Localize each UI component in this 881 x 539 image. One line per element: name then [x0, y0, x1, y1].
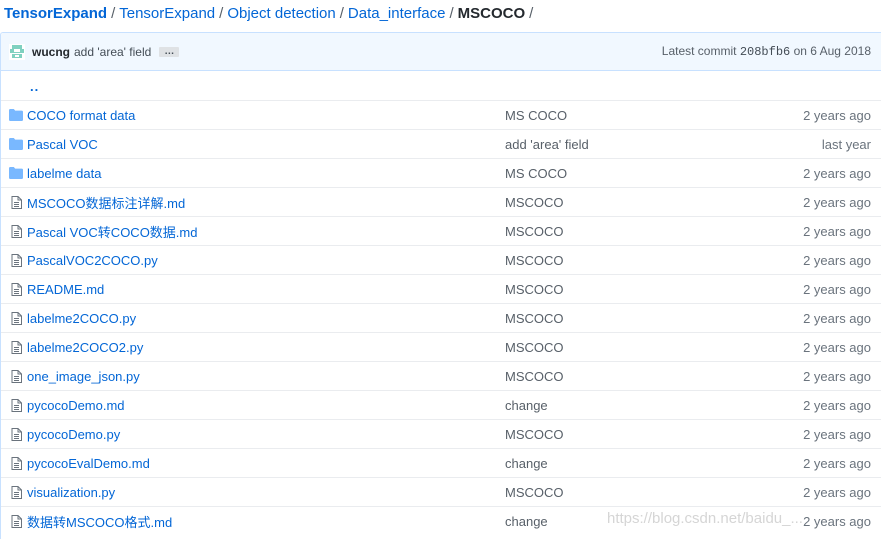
file-icon — [1, 282, 27, 296]
commit-age: 2 years ago — [803, 513, 871, 529]
file-name-link[interactable]: pycocoDemo.py — [27, 427, 505, 442]
folder-icon — [1, 138, 27, 150]
breadcrumb-separator: / — [339, 5, 344, 22]
file-name-link[interactable]: Pascal VOC — [27, 137, 505, 152]
parent-directory-row: .. — [1, 71, 881, 100]
file-icon — [1, 398, 27, 412]
file-icon — [1, 427, 27, 441]
file-name-link[interactable]: one_image_json.py — [27, 369, 505, 384]
breadcrumb-separator: / — [111, 5, 116, 22]
file-row: labelme2COCO2.py MSCOCO 2 years ago — [1, 332, 881, 361]
file-row: Pascal VOC转COCO数据.md MSCOCO 2 years ago — [1, 216, 881, 245]
file-icon — [1, 253, 27, 267]
commit-author-link[interactable]: wucng — [32, 45, 70, 59]
file-row: labelme2COCO.py MSCOCO 2 years ago — [1, 303, 881, 332]
file-icon — [1, 369, 27, 383]
commit-message-link[interactable]: MSCOCO — [505, 282, 721, 297]
file-row: PascalVOC2COCO.py MSCOCO 2 years ago — [1, 245, 881, 274]
commit-message-link[interactable]: change — [505, 398, 721, 413]
file-name-link[interactable]: MSCOCO数据标注详解.md — [27, 193, 505, 212]
file-name-link[interactable]: COCO format data — [27, 108, 505, 123]
commit-age: 2 years ago — [803, 107, 871, 123]
breadcrumb: TensorExpand / TensorExpand / Object detecti… — [4, 4, 537, 24]
file-name-link[interactable]: labelme2COCO2.py — [27, 340, 505, 355]
file-row: pycocoEvalDemo.md change 2 years ago — [1, 448, 881, 477]
breadcrumb-link-data-interface[interactable]: Data_interface — [348, 5, 446, 22]
file-list: COCO format data MS COCO 2 years ago Pascal… — [1, 100, 881, 535]
file-name-link[interactable]: visualization.py — [27, 485, 505, 500]
commit-message-link[interactable]: MSCOCO — [505, 253, 721, 268]
file-name-link[interactable]: 数据转MSCOCO格式.md — [27, 512, 505, 531]
file-name-link[interactable]: pycocoEvalDemo.md — [27, 456, 505, 471]
commit-message-link[interactable]: add 'area' field — [505, 137, 721, 152]
file-name-link[interactable]: pycocoDemo.md — [27, 398, 505, 413]
commit-message-link[interactable]: MSCOCO — [505, 340, 721, 355]
avatar[interactable] — [9, 43, 25, 60]
file-icon — [1, 311, 27, 325]
file-name-link[interactable]: PascalVOC2COCO.py — [27, 253, 505, 268]
commit-message-link[interactable]: MSCOCO — [505, 369, 721, 384]
file-row: labelme data MS COCO 2 years ago — [1, 158, 881, 187]
commit-message-link[interactable]: change — [505, 514, 721, 529]
commit-age: 2 years ago — [803, 252, 871, 268]
commit-age: 2 years ago — [803, 426, 871, 442]
file-icon — [1, 195, 27, 209]
file-row: 数据转MSCOCO格式.md change 2 years ago — [1, 506, 881, 535]
commit-sha-link[interactable]: 208bfb6 — [740, 45, 790, 59]
file-row: one_image_json.py MSCOCO 2 years ago — [1, 361, 881, 390]
file-row: Pascal VOC add 'area' field last year — [1, 129, 881, 158]
commit-message-link[interactable]: MS COCO — [505, 166, 721, 181]
file-name-link[interactable]: README.md — [27, 282, 505, 297]
breadcrumb-separator: / — [529, 5, 534, 22]
file-icon — [1, 514, 27, 528]
file-name-link[interactable]: Pascal VOC转COCO数据.md — [27, 222, 505, 241]
file-row: README.md MSCOCO 2 years ago — [1, 274, 881, 303]
file-browser: wucng add 'area' field … Latest commit 2… — [0, 32, 881, 539]
breadcrumb-link-tensorexpand[interactable]: TensorExpand — [119, 5, 215, 22]
breadcrumb-separator: / — [219, 5, 224, 22]
latest-commit-label: Latest commit — [661, 44, 737, 58]
commit-age: 2 years ago — [803, 281, 871, 297]
breadcrumb-separator: / — [449, 5, 454, 22]
file-row: pycocoDemo.md change 2 years ago — [1, 390, 881, 419]
commit-age: 2 years ago — [803, 310, 871, 326]
file-icon — [1, 456, 27, 470]
file-row: pycocoDemo.py MSCOCO 2 years ago — [1, 419, 881, 448]
commit-message-link[interactable]: MSCOCO — [505, 195, 721, 210]
file-row: visualization.py MSCOCO 2 years ago — [1, 477, 881, 506]
folder-icon — [1, 109, 27, 121]
commit-message-link[interactable]: MSCOCO — [505, 485, 721, 500]
commit-message-link[interactable]: add 'area' field — [74, 45, 151, 59]
commit-expand-button[interactable]: … — [159, 46, 180, 57]
commit-message-link[interactable]: MSCOCO — [505, 311, 721, 326]
file-name-link[interactable]: labelme data — [27, 166, 505, 181]
folder-icon — [1, 167, 27, 179]
commit-date: on 6 Aug 2018 — [793, 44, 871, 58]
commit-age: 2 years ago — [803, 397, 871, 413]
commit-meta: Latest commit 208bfb6 on 6 Aug 2018 — [662, 44, 873, 59]
commit-age: 2 years ago — [803, 223, 871, 239]
latest-commit-bar: wucng add 'area' field … Latest commit 2… — [1, 33, 881, 71]
breadcrumb-root-link[interactable]: TensorExpand — [4, 5, 107, 22]
commit-message-link[interactable]: MSCOCO — [505, 427, 721, 442]
breadcrumb-current: MSCOCO — [457, 5, 526, 22]
file-name-link[interactable]: labelme2COCO.py — [27, 311, 505, 326]
commit-age: last year — [821, 136, 871, 152]
commit-age: 2 years ago — [803, 455, 871, 471]
commit-message-link[interactable]: MSCOCO — [505, 224, 721, 239]
commit-message-link[interactable]: change — [505, 456, 721, 471]
commit-age: 2 years ago — [803, 194, 871, 210]
commit-message-link[interactable]: MS COCO — [505, 108, 721, 123]
commit-age: 2 years ago — [803, 368, 871, 384]
file-icon — [1, 340, 27, 354]
parent-directory-link[interactable]: .. — [30, 79, 39, 94]
commit-age: 2 years ago — [803, 339, 871, 355]
breadcrumb-link-object-detection[interactable]: Object detection — [227, 5, 335, 22]
file-icon — [1, 485, 27, 499]
file-icon — [1, 224, 27, 238]
file-row: COCO format data MS COCO 2 years ago — [1, 100, 881, 129]
file-row: MSCOCO数据标注详解.md MSCOCO 2 years ago — [1, 187, 881, 216]
commit-age: 2 years ago — [803, 165, 871, 181]
commit-age: 2 years ago — [803, 484, 871, 500]
